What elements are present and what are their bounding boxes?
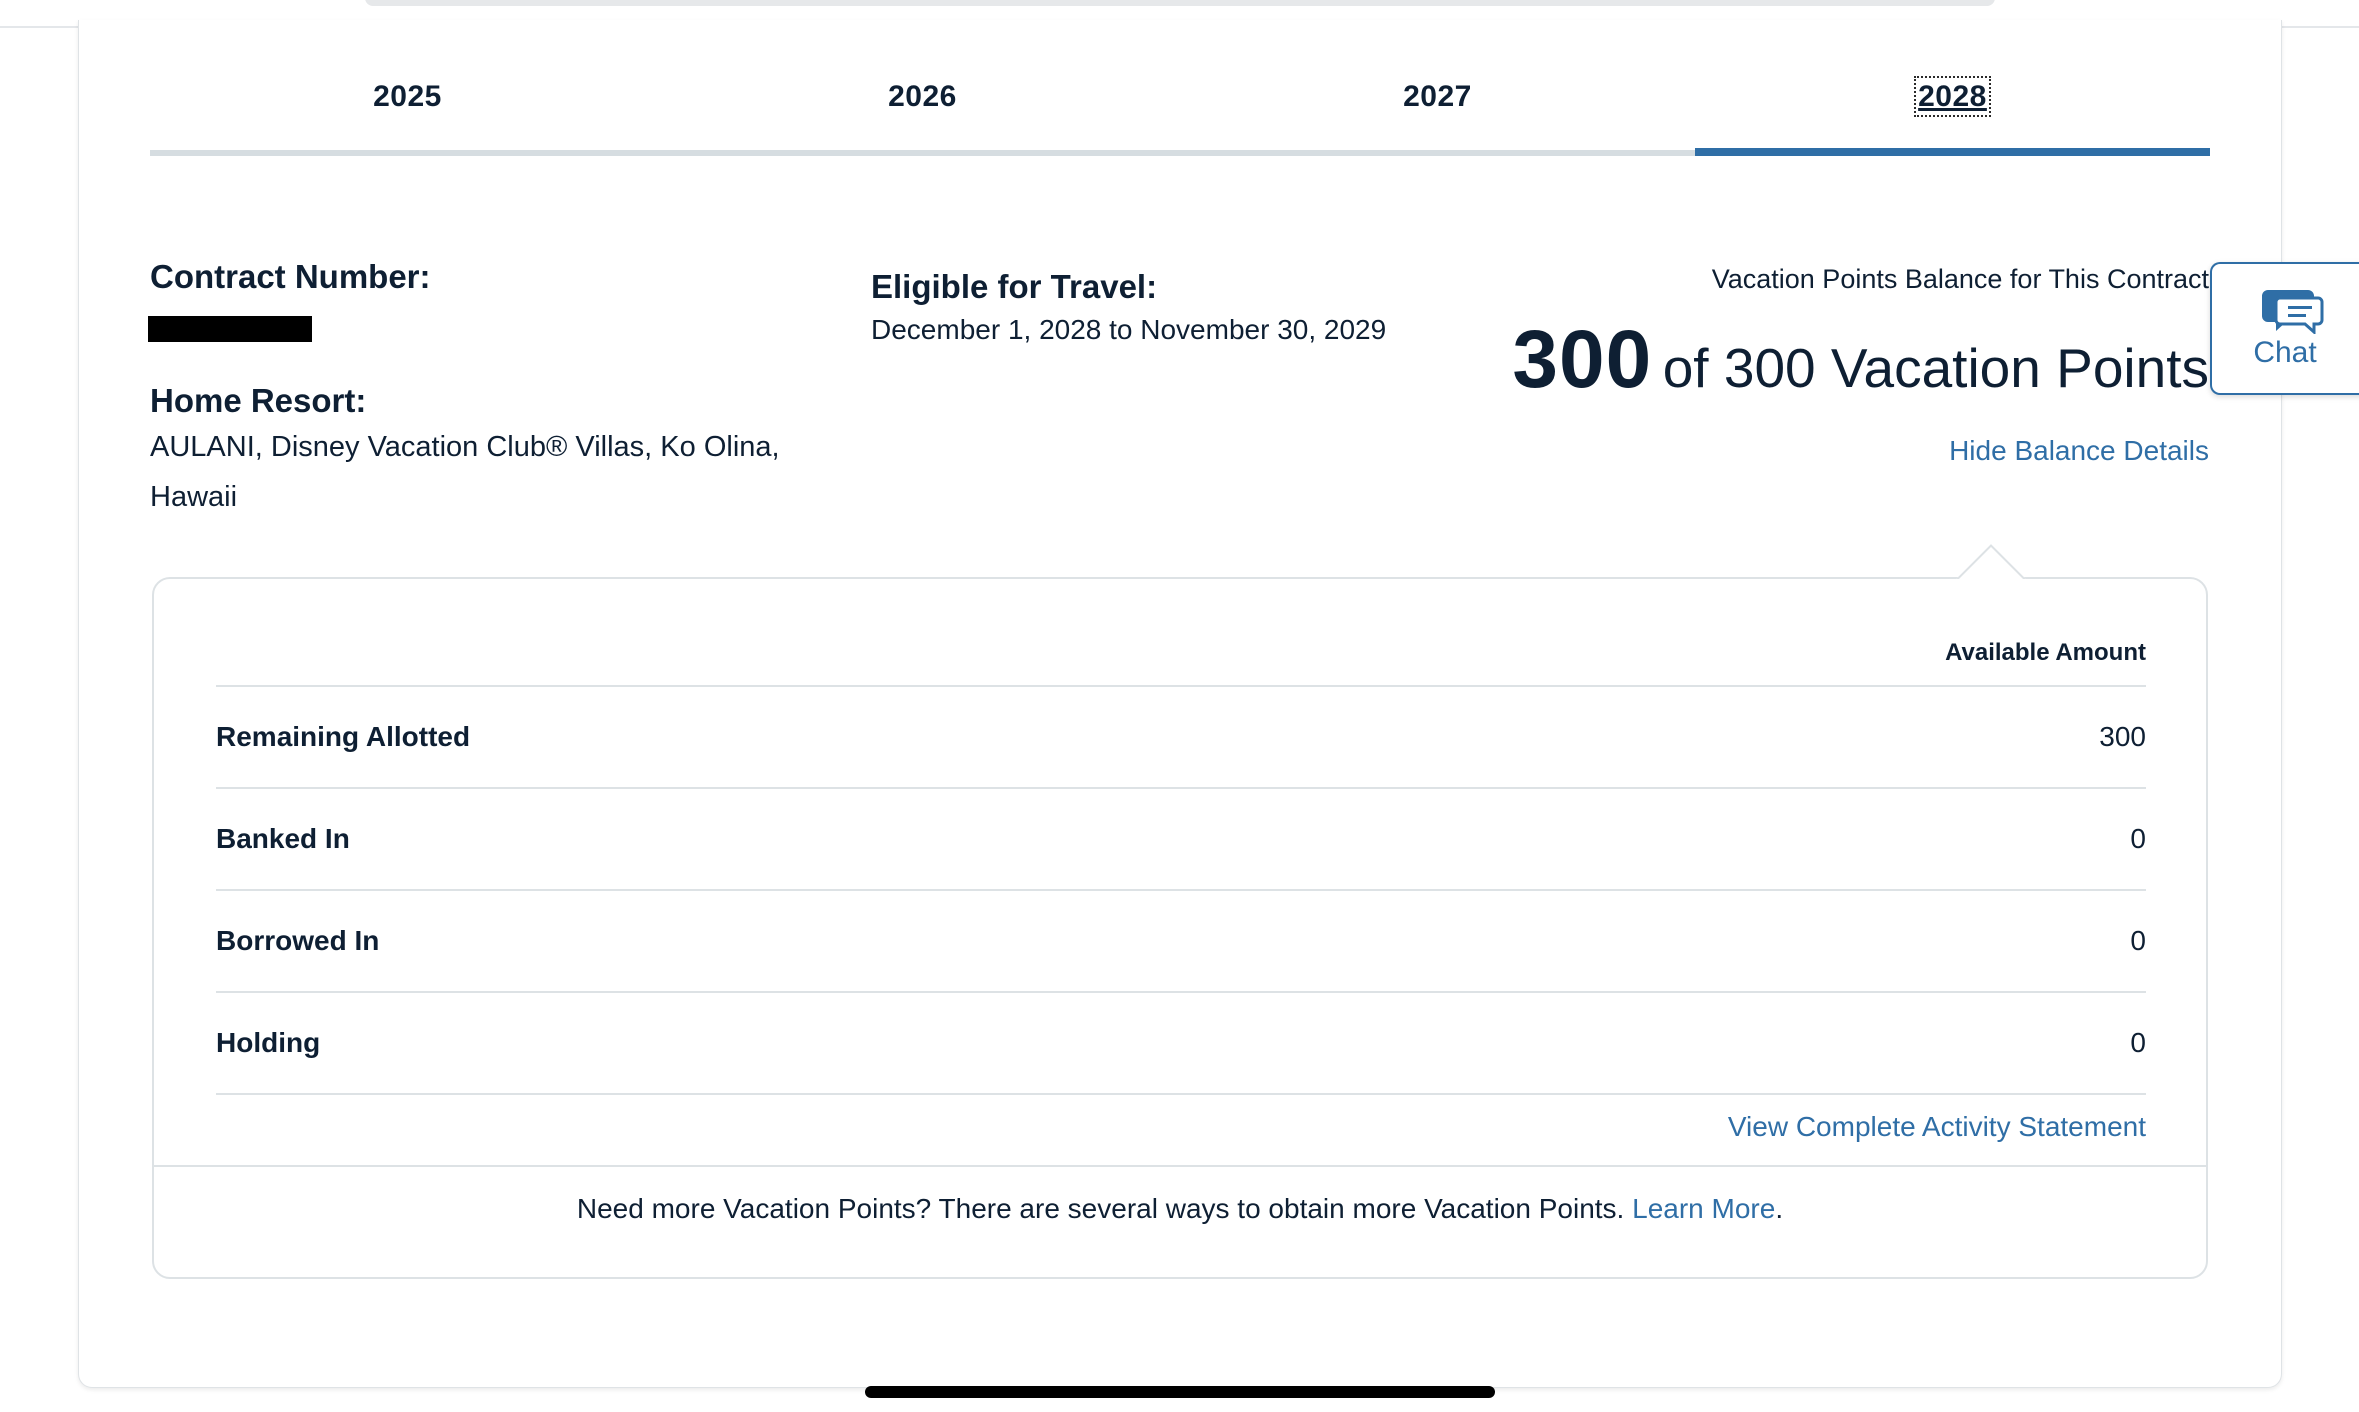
row-value: 0 — [2130, 925, 2146, 956]
table-row: Banked In 0 — [216, 789, 2146, 891]
tab-label: 2026 — [888, 80, 957, 113]
row-value: 0 — [2130, 1027, 2146, 1058]
balance-available: 300 — [1512, 314, 1653, 405]
tab-underline — [1180, 150, 1695, 156]
tab-label: 2028 — [1914, 76, 1991, 117]
need-more-points-footer: Need more Vacation Points? There are sev… — [154, 1165, 2206, 1277]
tab-label: 2025 — [373, 80, 442, 113]
tab-underline — [150, 150, 665, 156]
balance-summary: Vacation Points Balance for This Contrac… — [1309, 264, 2209, 467]
tab-2028[interactable]: 2028 — [1695, 72, 2210, 156]
tab-2027[interactable]: 2027 — [1180, 72, 1695, 156]
table-row: Borrowed In 0 — [216, 891, 2146, 993]
row-label: Remaining Allotted — [216, 721, 471, 752]
home-resort-label: Home Resort: — [150, 382, 367, 419]
row-label: Banked In — [216, 823, 350, 854]
chat-bubbles-icon — [2262, 290, 2324, 334]
table-row: Remaining Allotted 300 — [216, 687, 2146, 789]
home-resort-value: AULANI, Disney Vacation Club® Villas, Ko… — [150, 431, 780, 513]
chat-button[interactable]: Chat — [2210, 262, 2359, 395]
table-row: Holding 0 — [216, 993, 2146, 1095]
contract-number-label: Contract Number: — [150, 258, 431, 295]
available-amount-header: Available Amount — [216, 639, 2146, 687]
balance-line: 300 of 300 Vacation Points — [1309, 313, 2209, 407]
tab-2025[interactable]: 2025 — [150, 72, 665, 156]
year-tabs: 2025 2026 2027 2028 — [150, 72, 2210, 156]
panel-caret — [1948, 535, 2032, 579]
row-label: Holding — [216, 1027, 321, 1058]
contract-info: Contract Number: Home Resort: AULANI, Di… — [148, 258, 850, 522]
footer-text: Need more Vacation Points? There are sev… — [576, 1193, 1633, 1224]
home-indicator[interactable] — [865, 1386, 1495, 1398]
row-label: Borrowed In — [216, 925, 380, 956]
balance-details-table: Available Amount Remaining Allotted 300 … — [216, 639, 2146, 1143]
row-value: 0 — [2130, 823, 2146, 854]
balance-details-panel: Available Amount Remaining Allotted 300 … — [152, 577, 2208, 1279]
tab-2026[interactable]: 2026 — [665, 72, 1180, 156]
tab-underline — [665, 150, 1180, 156]
tab-label: 2027 — [1403, 80, 1472, 113]
learn-more-link[interactable]: Learn More — [1632, 1193, 1775, 1224]
search-pill[interactable] — [365, 0, 1995, 6]
contract-number-redacted — [148, 316, 312, 342]
footer-period: . — [1775, 1193, 1784, 1224]
view-activity-statement-link[interactable]: View Complete Activity Statement — [216, 1111, 2146, 1143]
balance-label: Vacation Points Balance for This Contrac… — [1711, 264, 2209, 294]
tab-underline-active — [1695, 148, 2210, 156]
chat-label: Chat — [2253, 336, 2317, 369]
hide-balance-details-link[interactable]: Hide Balance Details — [1949, 435, 2209, 467]
balance-total: of 300 Vacation Points — [1662, 337, 2209, 399]
row-value: 300 — [2099, 721, 2146, 752]
